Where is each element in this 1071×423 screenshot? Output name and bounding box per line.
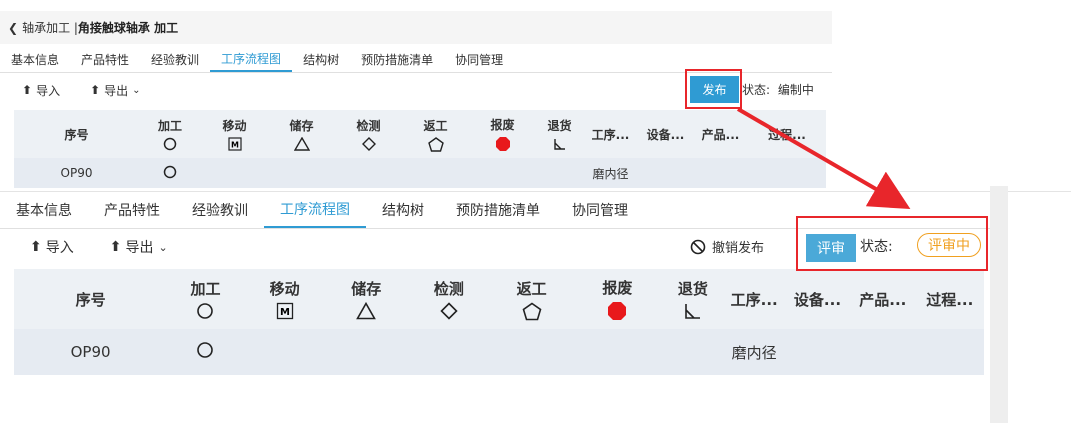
tab-prevention-list[interactable]: 预防措施清单 bbox=[440, 192, 556, 228]
col-procstep: 过程... bbox=[748, 110, 826, 158]
svg-text:M: M bbox=[280, 307, 290, 318]
highlight-box-publish bbox=[685, 69, 742, 109]
upload-icon: ⬆ bbox=[109, 239, 122, 255]
vertical-scrollbar[interactable] bbox=[990, 186, 1008, 423]
tab-structure-tree[interactable]: 结构树 bbox=[366, 192, 440, 228]
col-check: 检测 bbox=[335, 110, 402, 158]
breadcrumb: ❮ 轴承加工 | 角接触球轴承 加工 bbox=[0, 11, 832, 44]
status-label: 状态: bbox=[742, 83, 771, 97]
triangle-icon bbox=[293, 137, 310, 151]
col-move: 移动 M bbox=[243, 269, 326, 329]
cell-proc bbox=[167, 329, 244, 375]
circle-icon bbox=[163, 165, 177, 178]
upload-icon: ⬆ bbox=[90, 83, 101, 97]
m-box-icon: M bbox=[227, 137, 242, 151]
return-mark-icon bbox=[685, 304, 700, 319]
export-label: 导出 bbox=[125, 240, 154, 256]
import-label: 导入 bbox=[36, 83, 61, 98]
col-rework: 返工 bbox=[402, 110, 469, 158]
tab-collab[interactable]: 协同管理 bbox=[444, 46, 514, 72]
col-scrap: 报废 bbox=[572, 269, 663, 329]
tab-basic-info[interactable]: 基本信息 bbox=[0, 192, 88, 228]
cell-seq: OP90 bbox=[14, 158, 139, 188]
tab-prevention-list[interactable]: 预防措施清单 bbox=[350, 46, 444, 72]
col-op: 工序... bbox=[723, 269, 785, 329]
ban-icon bbox=[690, 239, 706, 254]
col-seq: 序号 bbox=[14, 269, 168, 329]
export-button[interactable]: ⬆ 导出 ⌄ bbox=[110, 237, 168, 257]
page-title: 角接触球轴承 加工 bbox=[77, 21, 179, 35]
upload-icon: ⬆ bbox=[22, 83, 33, 97]
col-prod: 产品... bbox=[850, 269, 916, 329]
cell-seq: OP90 bbox=[14, 329, 168, 375]
col-return: 退货 bbox=[662, 269, 724, 329]
table-header-row: 序号 加工 移动 M 储存 检测 返工 报废 退货 工序... 设备... 产品… bbox=[14, 269, 984, 329]
col-rework: 返工 bbox=[490, 269, 573, 329]
col-store: 储存 bbox=[268, 110, 335, 158]
col-op: 工序... bbox=[583, 110, 638, 158]
col-prod: 产品... bbox=[693, 110, 748, 158]
return-mark-icon bbox=[553, 139, 565, 150]
tab-structure-tree[interactable]: 结构树 bbox=[292, 46, 350, 72]
tab-lessons[interactable]: 经验教训 bbox=[140, 46, 210, 72]
svg-text:M: M bbox=[231, 141, 239, 150]
col-proc: 加工 bbox=[139, 110, 201, 158]
export-button[interactable]: ⬆ 导出 ⌄ bbox=[90, 82, 140, 99]
tab-product-features[interactable]: 产品特性 bbox=[88, 192, 176, 228]
tab-collab[interactable]: 协同管理 bbox=[556, 192, 644, 228]
col-store: 储存 bbox=[325, 269, 408, 329]
circle-icon bbox=[197, 342, 214, 358]
revoke-label: 撤销发布 bbox=[712, 241, 765, 256]
table-header-row: 序号 加工 移动 M 储存 检测 返工 报废 退货 工序... 设备... 产品… bbox=[14, 110, 826, 158]
chevron-down-icon: ⌄ bbox=[158, 240, 168, 254]
back-chevron-icon[interactable]: ❮ bbox=[8, 21, 18, 35]
col-move: 移动 M bbox=[201, 110, 268, 158]
breadcrumb-back[interactable]: 轴承加工 | bbox=[22, 19, 78, 36]
import-button[interactable]: ⬆ 导入 bbox=[30, 237, 74, 257]
status-value: 编制中 bbox=[777, 83, 814, 97]
tab-process-flow[interactable]: 工序流程图 bbox=[264, 192, 366, 228]
col-return: 退货 bbox=[536, 110, 583, 158]
red-octagon-icon bbox=[608, 302, 627, 320]
tab-product-features[interactable]: 产品特性 bbox=[70, 46, 140, 72]
m-box-icon: M bbox=[276, 302, 293, 320]
process-table-bottom: 序号 加工 移动 M 储存 检测 返工 报废 退货 工序... 设备... 产品… bbox=[14, 269, 984, 375]
revoke-publish-button[interactable]: 撤销发布 bbox=[690, 237, 764, 256]
tab-basic-info[interactable]: 基本信息 bbox=[0, 46, 70, 72]
chevron-down-icon: ⌄ bbox=[132, 84, 141, 96]
circle-icon bbox=[163, 137, 177, 151]
col-scrap: 报废 bbox=[469, 110, 536, 158]
highlight-box-review bbox=[796, 216, 988, 271]
table-row[interactable]: OP90 磨内径 bbox=[14, 329, 984, 375]
col-equip: 设备... bbox=[638, 110, 693, 158]
import-label: 导入 bbox=[45, 240, 74, 256]
circle-icon bbox=[197, 303, 214, 319]
col-procstep: 过程... bbox=[915, 269, 984, 329]
triangle-icon bbox=[356, 302, 377, 320]
col-proc: 加工 bbox=[167, 269, 244, 329]
pentagon-icon bbox=[522, 302, 542, 320]
tab-lessons[interactable]: 经验教训 bbox=[176, 192, 264, 228]
process-table-top: 序号 加工 移动 M 储存 检测 返工 报废 退货 工序... 设备... 产品… bbox=[14, 110, 826, 188]
tab-process-flow[interactable]: 工序流程图 bbox=[210, 46, 293, 72]
diamond-icon bbox=[361, 137, 376, 151]
red-octagon-icon bbox=[495, 137, 510, 151]
pentagon-icon bbox=[427, 136, 444, 152]
col-check: 检测 bbox=[407, 269, 491, 329]
col-seq: 序号 bbox=[14, 110, 139, 158]
diamond-icon bbox=[440, 302, 458, 320]
cell-op: 磨内径 bbox=[723, 329, 785, 375]
export-label: 导出 bbox=[104, 83, 129, 98]
import-button[interactable]: ⬆ 导入 bbox=[22, 82, 60, 99]
upload-icon: ⬆ bbox=[30, 239, 42, 255]
status-top: 状态: 编制中 bbox=[742, 81, 814, 98]
table-row[interactable]: OP90 磨内径 bbox=[14, 158, 826, 188]
cell-op: 磨内径 bbox=[583, 158, 638, 188]
col-equip: 设备... bbox=[784, 269, 851, 329]
cell-proc bbox=[139, 158, 201, 188]
